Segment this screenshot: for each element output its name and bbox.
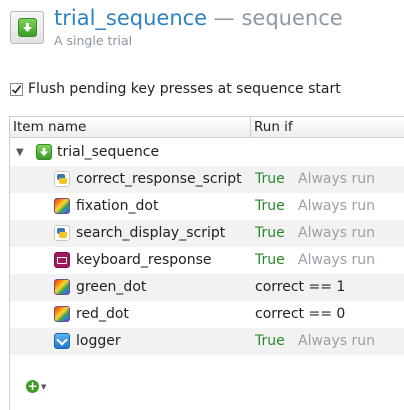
run-if-condition[interactable]: correct == 0	[255, 306, 345, 322]
item-type-label: sequence	[241, 6, 343, 30]
flush-keypresses-option[interactable]: Flush pending key presses at sequence st…	[10, 81, 341, 97]
tree-row-logger[interactable]: logger True Always run	[10, 328, 404, 355]
sketchpad-icon	[54, 279, 70, 295]
column-header-item-name[interactable]: Item name	[10, 117, 251, 138]
flush-label: Flush pending key presses at sequence st…	[28, 81, 341, 97]
item-name: search_display_script	[76, 225, 226, 241]
tree-root-row[interactable]: ▼ trial_sequence	[10, 139, 404, 166]
tree-row-green-dot[interactable]: green_dot correct == 1	[10, 274, 404, 301]
checkmark-icon	[11, 84, 22, 94]
item-name: red_dot	[76, 306, 129, 322]
always-run-label: Always run	[298, 225, 376, 241]
tree-header: Item name Run if	[10, 117, 404, 138]
always-run-label: Always run	[298, 171, 376, 187]
sequence-arrow-icon	[10, 11, 44, 44]
add-item-button[interactable]: + ▼	[26, 380, 46, 393]
run-if-condition[interactable]: True	[255, 171, 285, 187]
logger-icon	[54, 333, 70, 349]
sequence-icon	[36, 144, 52, 160]
item-name: fixation_dot	[76, 198, 159, 214]
column-header-run-if[interactable]: Run if	[251, 117, 404, 138]
keyboard-icon	[54, 252, 70, 268]
tree-root-name: trial_sequence	[57, 144, 160, 160]
run-if-condition[interactable]: True	[255, 198, 285, 214]
run-if-condition[interactable]: True	[255, 252, 285, 268]
add-item-icon: +	[26, 379, 39, 393]
flush-checkbox[interactable]	[10, 82, 23, 96]
tree-row-correct-response-script[interactable]: correct_response_script True Always run	[10, 166, 404, 193]
run-if-condition[interactable]: correct == 1	[255, 279, 345, 295]
tree-row-fixation-dot[interactable]: fixation_dot True Always run	[10, 193, 404, 220]
sketchpad-icon	[54, 306, 70, 322]
expand-arrow-icon[interactable]: ▼	[16, 147, 24, 158]
always-run-label: Always run	[298, 198, 376, 214]
run-if-condition[interactable]: True	[255, 225, 285, 241]
always-run-label: Always run	[298, 252, 376, 268]
item-name-title[interactable]: trial_sequence	[54, 6, 207, 30]
python-icon	[54, 171, 70, 187]
tree-row-keyboard-response[interactable]: keyboard_response True Always run	[10, 247, 404, 274]
run-if-condition[interactable]: True	[255, 333, 285, 349]
sequence-tree[interactable]: Item name Run if ▼ trial_sequence correc…	[9, 116, 404, 410]
title-separator: —	[213, 6, 235, 30]
item-name: correct_response_script	[76, 171, 242, 187]
python-icon	[54, 225, 70, 241]
dropdown-caret-icon: ▼	[41, 382, 47, 391]
sketchpad-icon	[54, 198, 70, 214]
tree-row-search-display-script[interactable]: search_display_script True Always run	[10, 220, 404, 247]
item-name: logger	[76, 333, 121, 349]
item-description[interactable]: A single trial	[54, 33, 132, 48]
tree-row-red-dot[interactable]: red_dot correct == 0	[10, 301, 404, 328]
item-title: trial_sequence — sequence	[54, 4, 343, 32]
item-name: keyboard_response	[76, 252, 212, 268]
item-name: green_dot	[76, 279, 147, 295]
always-run-label: Always run	[298, 333, 376, 349]
